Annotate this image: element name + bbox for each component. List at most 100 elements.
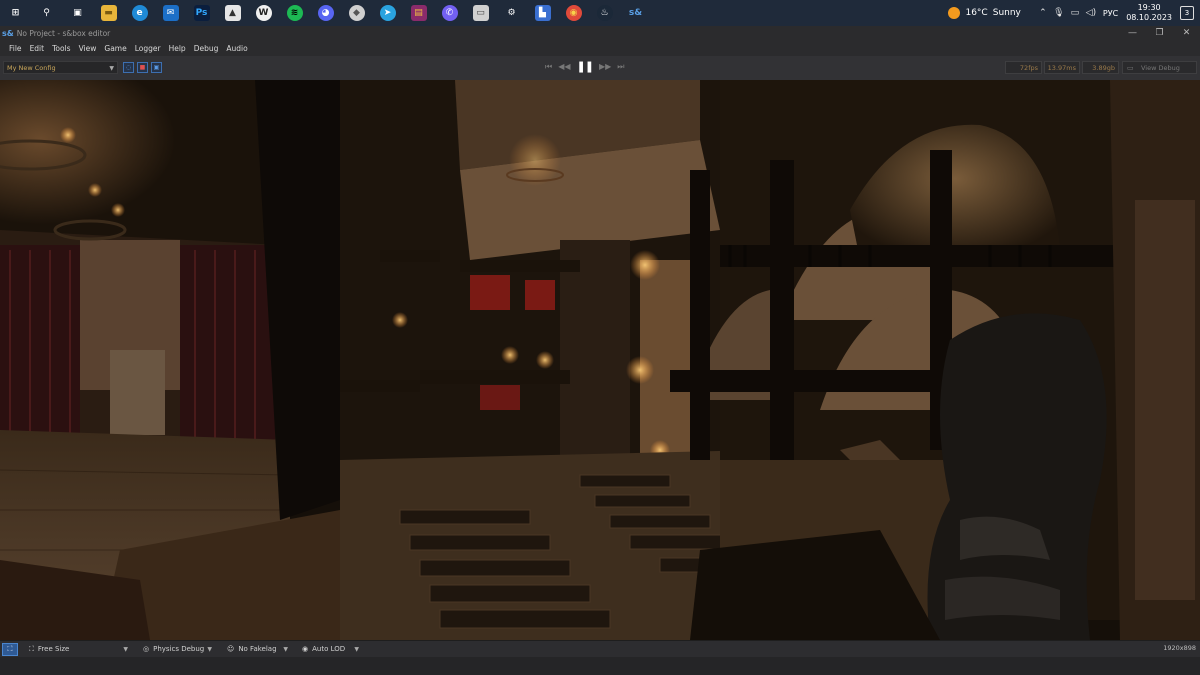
discord-taskbar-button[interactable]: ◕ [310, 0, 341, 26]
chrome-taskbar-button[interactable]: ◉ [558, 0, 589, 26]
chevron-down-icon: ▼ [207, 646, 212, 653]
view-debug-button[interactable]: ▭ View Debug [1122, 61, 1197, 74]
frametime-readout: 13.97ms [1044, 61, 1080, 74]
menu-audio[interactable]: Audio [222, 44, 251, 53]
search-icon: ⚲ [43, 8, 50, 18]
weather-widget[interactable]: 16°C Sunny [948, 7, 1021, 19]
memory-readout: 3.89gb [1082, 61, 1119, 74]
winrar-icon: ▤ [410, 5, 427, 21]
telegram-taskbar-button[interactable]: ➤ [372, 0, 403, 26]
clock-time: 19:30 [1137, 3, 1161, 12]
eye-slash-icon: ◎ [143, 645, 150, 653]
weather-condition: Sunny [992, 8, 1021, 18]
vpn-shield-taskbar-button[interactable]: ◆ [341, 0, 372, 26]
scene-render [0, 80, 1200, 640]
image-viewer-taskbar-button[interactable]: ▲ [217, 0, 248, 26]
editor-title-bar: s& No Project - s&box editor — ❐ ✕ [0, 26, 1200, 40]
skip-to-end-icon[interactable]: ⏭ [617, 62, 624, 72]
printer-icon: ▭ [472, 5, 489, 21]
chevron-down-icon: ▼ [354, 646, 359, 653]
status-strip [0, 657, 1200, 675]
microphone-icon[interactable]: 🎙︎ [1053, 8, 1064, 18]
fast-forward-icon[interactable]: ▶▶ [599, 62, 611, 71]
sbox-taskbar-button[interactable]: s& [620, 0, 651, 26]
volume-icon[interactable]: ◁) [1086, 8, 1096, 18]
notification-center-button[interactable]: 3 [1180, 6, 1194, 20]
toggle-button-1[interactable]: ◌ [123, 62, 134, 73]
settings-icon: ◌ [125, 64, 132, 71]
viewport-bottom-bar: ⛶ ⛶ Free Size ▼ ◎ Physics Debug ▼ ☺ No F… [0, 640, 1200, 658]
mail-icon: ✉ [162, 5, 179, 21]
lod-label: Auto LOD [312, 645, 346, 653]
printer-taskbar-button[interactable]: ▭ [465, 0, 496, 26]
file-explorer-icon: ▬ [100, 5, 117, 21]
steam-taskbar-button[interactable]: ♨ [589, 0, 620, 26]
menu-file[interactable]: File [0, 44, 26, 53]
task-view-taskbar-button[interactable]: ▣ [62, 0, 93, 26]
pause-icon[interactable]: ❚❚ [577, 60, 594, 73]
restore-button[interactable]: ❐ [1146, 26, 1173, 40]
menu-help[interactable]: Help [165, 44, 190, 53]
edge-icon: e [131, 5, 148, 21]
menu-bar: File Edit Tools View Game Logger Help De… [0, 40, 1200, 56]
windows-start-taskbar-button[interactable]: ⊞ [0, 0, 31, 26]
search-taskbar-button[interactable]: ⚲ [31, 0, 62, 26]
settings-gear-taskbar-button[interactable]: ⚙ [496, 0, 527, 26]
network-icon[interactable]: ▭ [1070, 8, 1080, 18]
menu-view[interactable]: View [75, 44, 101, 53]
game-viewport[interactable] [0, 80, 1200, 640]
resize-icon: ⛶ [29, 645, 34, 653]
fakelag-icon: ☺ [227, 645, 235, 653]
size-mode-dropdown[interactable]: ⛶ Free Size ▼ [24, 643, 132, 656]
monitor-icon: ▣ [153, 64, 160, 71]
lod-dropdown[interactable]: ◉ Auto LOD ▼ [297, 643, 363, 656]
menu-tools[interactable]: Tools [48, 44, 74, 53]
settings-gear-icon: ⚙ [507, 8, 516, 18]
stop-icon: ■ [139, 64, 146, 71]
app-w-taskbar-button[interactable]: W [248, 0, 279, 26]
mail-taskbar-button[interactable]: ✉ [155, 0, 186, 26]
menu-game[interactable]: Game [100, 44, 130, 53]
sun-icon [948, 7, 961, 19]
windows-taskbar: ⊞ ⚲ ▣ ▬ e ✉ Ps ▲ W ≋ ◕ ◆ ➤ ▤ ✆ ▭ ⚙ ▙ ◉ ♨ s& 16°C Sunny ⌃ 🎙︎ … [0, 0, 1200, 26]
fakelag-dropdown[interactable]: ☺ No Fakelag ▼ [222, 643, 292, 656]
close-button[interactable]: ✕ [1173, 26, 1200, 40]
record-button[interactable]: ■ [137, 62, 148, 73]
maximize-viewport-button[interactable]: ⛶ [2, 643, 18, 656]
clock[interactable]: 19:30 08.10.2023 [1126, 3, 1172, 23]
telegram-icon: ➤ [379, 5, 396, 21]
viber-icon: ✆ [441, 5, 458, 21]
file-explorer-taskbar-button[interactable]: ▬ [93, 0, 124, 26]
view-debug-icon: ▭ [1127, 64, 1134, 72]
chevron-down-icon: ▼ [123, 646, 128, 653]
fullscreen-icon: ⛶ [7, 645, 13, 653]
editor-toolbar: My New Config ▼ ◌ ■ ▣ ⏮ ◀◀ ❚❚ ▶▶ ⏭ 72fps… [0, 56, 1200, 81]
viber-taskbar-button[interactable]: ✆ [434, 0, 465, 26]
chrome-icon: ◉ [565, 5, 582, 21]
rewind-icon[interactable]: ◀◀ [558, 62, 570, 71]
app-w-icon: W [255, 5, 272, 21]
physics-debug-dropdown[interactable]: ◎ Physics Debug ▼ [138, 643, 216, 656]
remote-desktop-taskbar-button[interactable]: ▙ [527, 0, 558, 26]
language-indicator[interactable]: РУС [1103, 9, 1118, 18]
chevron-down-icon: ▼ [283, 646, 288, 653]
menu-debug[interactable]: Debug [190, 44, 223, 53]
spotify-taskbar-button[interactable]: ≋ [279, 0, 310, 26]
size-mode-label: Free Size [37, 645, 70, 653]
photoshop-taskbar-button[interactable]: Ps [186, 0, 217, 26]
skip-to-start-icon[interactable]: ⏮ [545, 62, 552, 72]
winrar-taskbar-button[interactable]: ▤ [403, 0, 434, 26]
windows-start-icon: ⊞ [11, 8, 20, 18]
edge-taskbar-button[interactable]: e [124, 0, 155, 26]
menu-logger[interactable]: Logger [131, 44, 165, 53]
fps-readout: 72fps [1005, 61, 1042, 74]
chevron-up-icon[interactable]: ⌃ [1038, 8, 1048, 18]
menu-edit[interactable]: Edit [26, 44, 49, 53]
steam-icon: ♨ [596, 5, 613, 21]
notification-count: 3 [1184, 9, 1190, 17]
screen-button[interactable]: ▣ [151, 62, 162, 73]
minimize-button[interactable]: — [1119, 26, 1146, 40]
window-title: No Project - s&box editor [16, 28, 111, 38]
system-tray: 16°C Sunny ⌃ 🎙︎ ▭ ◁) РУС 19:30 08.10.202… [948, 0, 1200, 26]
config-dropdown[interactable]: My New Config ▼ [3, 61, 118, 74]
